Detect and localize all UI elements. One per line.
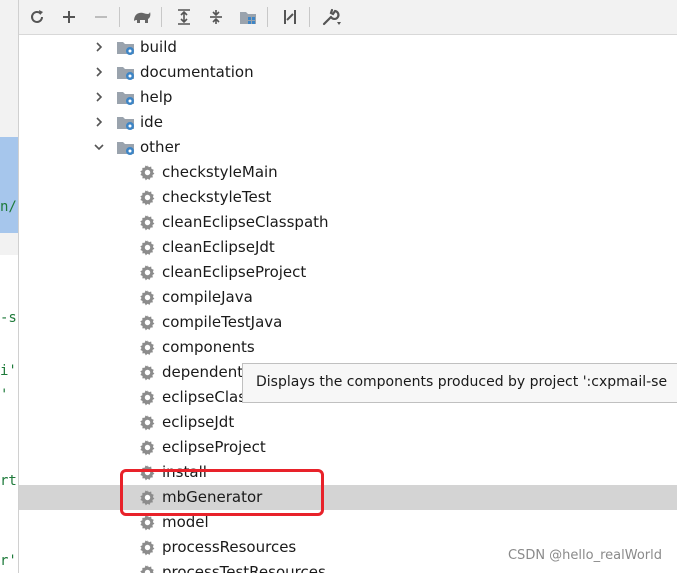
tooltip-text: Displays the components produced by proj… (256, 374, 668, 390)
execute-gradle-task-button[interactable] (130, 5, 154, 29)
tree-item-label: documentation (140, 63, 254, 81)
refresh-icon (31, 10, 43, 23)
tree-item-label: help (140, 88, 173, 106)
tree-item-label: other (140, 138, 180, 156)
gear-icon (140, 415, 155, 431)
gear-icon (140, 565, 154, 573)
chevron-right-icon[interactable] (93, 66, 105, 78)
gear-icon (140, 540, 155, 556)
task-label: eclipseProject (162, 438, 266, 456)
gear-icon (140, 315, 155, 331)
task-row-compilejava[interactable]: compileJava (19, 285, 677, 310)
editor-code-fragment: ' (0, 387, 9, 403)
task-group-folder-icon (117, 67, 134, 80)
minus-icon (95, 16, 107, 18)
task-description-tooltip: Displays the components produced by proj… (242, 363, 677, 403)
task-row-cleaneclipseclasspath[interactable]: cleanEclipseClasspath (19, 210, 677, 235)
task-row-eclipseproject[interactable]: eclipseProject (19, 435, 677, 460)
task-row-install[interactable]: install (19, 460, 677, 485)
gear-icon (140, 265, 155, 281)
group-modules-button[interactable] (236, 5, 260, 29)
chevron-right-icon[interactable] (93, 116, 105, 128)
build-tool-settings-button[interactable] (320, 5, 344, 29)
tree-item-label: ide (140, 113, 163, 131)
gear-icon (140, 440, 155, 456)
task-label: checkstyleMain (162, 163, 278, 181)
editor-code-fragment: rt (0, 473, 17, 489)
expand-all-icon (178, 9, 190, 25)
annotation-highlight-box (120, 469, 324, 516)
editor-code-fragment: n/ (0, 199, 17, 215)
task-row-components[interactable]: components (19, 335, 677, 360)
plus-icon (63, 11, 75, 23)
gear-icon (140, 340, 155, 356)
toolbar-separator (267, 7, 268, 27)
task-label: compileTestJava (162, 313, 283, 331)
chevron-right-icon[interactable] (93, 41, 105, 53)
gear-icon (140, 515, 155, 531)
task-row-mbgenerator[interactable]: mbGenerator (19, 485, 677, 510)
editor-gutter-strip: n/ -s i' ' rt r' (0, 0, 18, 573)
toolbar-separator (119, 7, 120, 27)
watermark: CSDN @hello_realWorld (507, 548, 662, 563)
task-label: compileJava (162, 288, 253, 306)
gear-icon (140, 240, 155, 256)
task-row-model[interactable]: model (19, 510, 677, 535)
tree-folder-documentation[interactable]: documentation (19, 60, 677, 85)
task-label: eclipseJdt (162, 413, 235, 431)
collapse-all-icon (210, 10, 222, 24)
task-row-cleaneclipseproject[interactable]: cleanEclipseProject (19, 260, 677, 285)
gear-icon (140, 190, 155, 206)
gear-icon (140, 165, 155, 181)
collapse-all-button[interactable] (204, 5, 228, 29)
tree-item-label: build (140, 38, 177, 56)
task-group-folder-icon (117, 42, 134, 55)
editor-code-fragment: r' (0, 553, 17, 569)
editor-code-fragment: -s (0, 310, 17, 326)
task-label: checkstyleTest (162, 188, 272, 206)
tree-folder-build[interactable]: build (19, 35, 677, 60)
task-label: cleanEclipseJdt (162, 238, 275, 256)
task-label: cleanEclipseProject (162, 263, 307, 281)
gradle-toolbar (19, 0, 677, 35)
gear-icon (140, 290, 155, 306)
tree-folder-help[interactable]: help (19, 85, 677, 110)
task-label: components (162, 338, 255, 356)
group-modules-icon (240, 12, 256, 24)
toggle-offline-mode-button[interactable] (278, 5, 302, 29)
wrench-settings-icon (322, 8, 341, 26)
task-group-folder-icon (117, 142, 134, 155)
task-label: dependent (162, 363, 244, 381)
gear-icon (140, 365, 155, 381)
task-label: eclipseClas (162, 388, 247, 406)
editor-code-fragment: i' (0, 363, 17, 379)
task-row-eclipsejdt[interactable]: eclipseJdt (19, 410, 677, 435)
toolbar-separator (161, 7, 162, 27)
task-row-compiletestjava[interactable]: compileTestJava (19, 310, 677, 335)
tree-folder-ide[interactable]: ide (19, 110, 677, 135)
task-row-checkstyletest[interactable]: checkstyleTest (19, 185, 677, 210)
task-group-folder-icon (117, 92, 134, 105)
gear-icon (140, 390, 155, 406)
gear-icon (140, 215, 155, 231)
task-row-checkstylemain[interactable]: checkstyleMain (19, 160, 677, 185)
task-label: processTestResources (162, 563, 326, 573)
gradle-task-tree: build documentation help ide other check… (19, 35, 677, 573)
task-label: cleanEclipseClasspath (162, 213, 329, 231)
remove-button[interactable] (89, 5, 113, 29)
toggle-offline-icon (284, 10, 296, 24)
expand-all-button[interactable] (172, 5, 196, 29)
add-button[interactable] (57, 5, 81, 29)
gradle-elephant-icon (134, 12, 151, 23)
editor-selection-highlight (0, 137, 18, 233)
task-group-folder-icon (117, 117, 134, 130)
chevron-down-icon[interactable] (93, 141, 105, 153)
chevron-right-icon[interactable] (93, 91, 105, 103)
tree-folder-other[interactable]: other (19, 135, 677, 160)
task-row-cleaneclipsejdt[interactable]: cleanEclipseJdt (19, 235, 677, 260)
refresh-button[interactable] (25, 5, 49, 29)
task-label: processResources (162, 538, 297, 556)
toolbar-separator (309, 7, 310, 27)
